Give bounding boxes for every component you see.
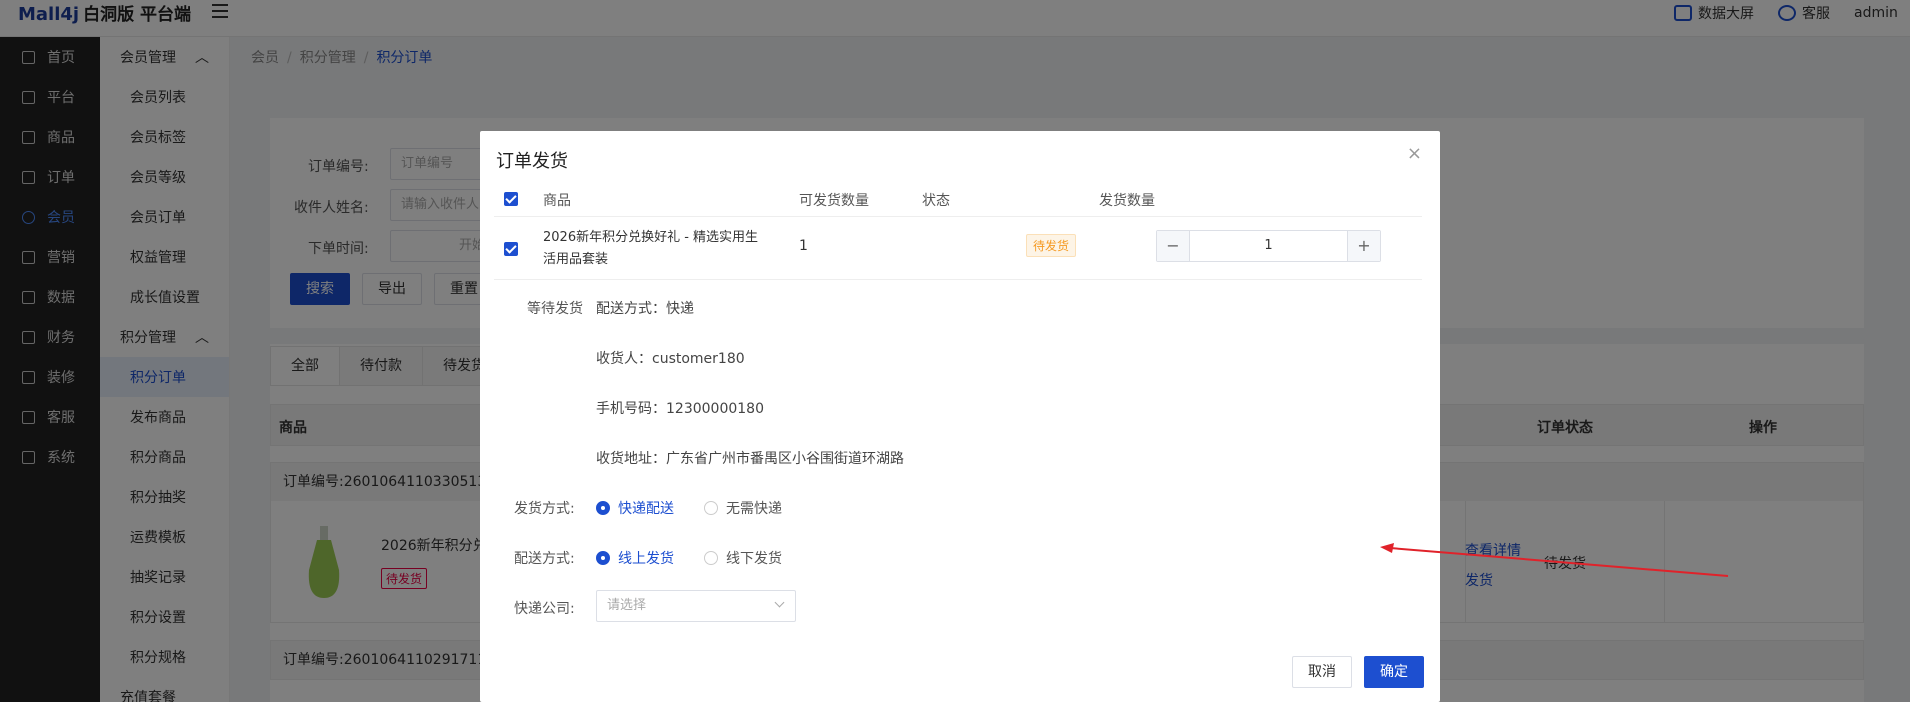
dist-label: 配送方式: (514, 551, 575, 567)
select-all-checkbox[interactable] (504, 192, 518, 206)
radio-online-ship[interactable]: 线上发货 (596, 548, 674, 568)
ship-way-label: 发货方式: (514, 501, 575, 517)
dialog-table-header: 商品 可发货数量 状态 发货数量 (494, 181, 1422, 217)
delivery-method: 配送方式：快递 (596, 301, 694, 317)
available-qty: 1 (799, 238, 808, 254)
confirm-button[interactable]: 确定 (1364, 656, 1424, 688)
express-label: 快递公司: (514, 601, 575, 617)
item-checkbox[interactable] (504, 242, 518, 256)
cancel-button[interactable]: 取消 (1292, 656, 1352, 688)
dialog-item-row: 2026新年积分兑换好礼 - 精选实用生 活用品套装 1 待发货 − 1 + (494, 218, 1422, 280)
item-name: 2026新年积分兑换好礼 - 精选实用生 活用品套装 (543, 230, 759, 267)
annotation-arrow-icon (1380, 543, 1729, 577)
quantity-input[interactable]: 1 (1189, 231, 1348, 261)
receiver: 收货人：customer180 (596, 351, 745, 367)
radio-no-express[interactable]: 无需快递 (704, 498, 782, 518)
phone: 手机号码：12300000180 (596, 401, 764, 417)
column-header: 发货数量 (1099, 193, 1155, 209)
quantity-stepper: − 1 + (1156, 230, 1381, 262)
column-header: 商品 (543, 193, 571, 209)
status-badge: 待发货 (1026, 234, 1077, 257)
column-header: 状态 (922, 193, 950, 209)
decrement-button[interactable]: − (1157, 231, 1189, 261)
waiting-label: 等待发货 (527, 301, 583, 317)
column-header: 可发货数量 (799, 193, 869, 209)
ship-order-dialog: 订单发货 × 商品 可发货数量 状态 发货数量 2026新年积分兑换好礼 - 精… (480, 131, 1440, 702)
close-icon[interactable]: × (1407, 143, 1422, 164)
dialog-title: 订单发货 (496, 151, 568, 172)
express-company-select[interactable]: 请选择 (596, 590, 796, 622)
radio-express[interactable]: 快递配送 (596, 498, 674, 518)
address: 收货地址：广东省广州市番禺区小谷围街道环湖路 (596, 451, 904, 467)
radio-offline-ship[interactable]: 线下发货 (704, 548, 782, 568)
chevron-down-icon (774, 597, 785, 608)
increment-button[interactable]: + (1348, 231, 1380, 261)
